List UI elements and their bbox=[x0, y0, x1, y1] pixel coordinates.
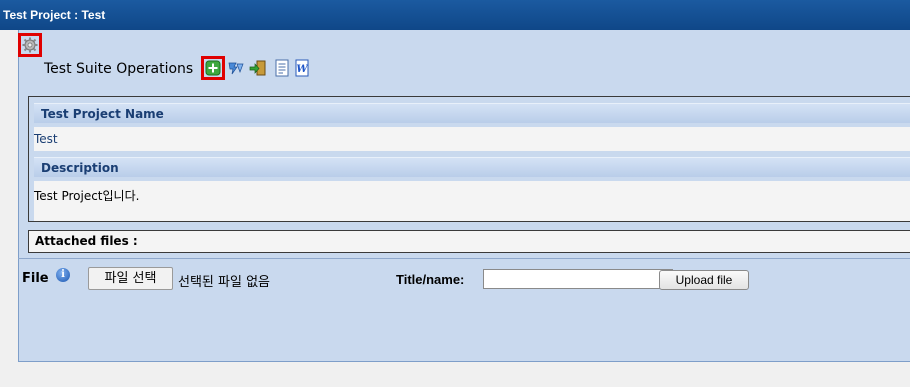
create-test-suite-button[interactable] bbox=[201, 56, 225, 80]
choose-file-button[interactable]: 파일 선택 bbox=[88, 267, 173, 290]
translate-icon bbox=[228, 62, 244, 75]
report-icon bbox=[275, 59, 289, 77]
attached-files-header: Attached files : bbox=[28, 230, 910, 253]
reorder-test-suites-button[interactable] bbox=[225, 57, 247, 79]
description-header: Description bbox=[34, 157, 910, 177]
svg-text:W: W bbox=[296, 64, 309, 75]
import-icon bbox=[249, 60, 266, 76]
info-icon[interactable]: i bbox=[56, 268, 70, 282]
settings-gear-button[interactable] bbox=[18, 33, 42, 57]
title-name-input[interactable] bbox=[483, 269, 673, 289]
upload-file-button[interactable]: Upload file bbox=[659, 270, 749, 290]
window-title: Test Project : Test bbox=[3, 8, 106, 22]
window-title-bar: Test Project : Test bbox=[0, 0, 910, 30]
description-value: Test Project입니다. bbox=[34, 181, 910, 221]
file-upload-row: File i 파일 선택 선택된 파일 없음 Title/name: Uploa… bbox=[18, 258, 910, 293]
project-name-header: Test Project Name bbox=[34, 103, 910, 123]
word-export-icon: W bbox=[295, 59, 309, 77]
export-word-button[interactable]: W bbox=[291, 57, 313, 79]
import-test-suite-button[interactable] bbox=[247, 57, 269, 79]
project-name-value: Test bbox=[34, 127, 910, 151]
print-report-button[interactable] bbox=[271, 57, 293, 79]
gear-icon bbox=[22, 37, 38, 53]
test-suite-operations-label: Test Suite Operations bbox=[44, 61, 194, 77]
title-name-label: Title/name: bbox=[396, 272, 465, 287]
add-icon bbox=[205, 60, 221, 76]
file-label: File bbox=[22, 271, 49, 286]
no-file-selected-text: 선택된 파일 없음 bbox=[178, 275, 270, 290]
